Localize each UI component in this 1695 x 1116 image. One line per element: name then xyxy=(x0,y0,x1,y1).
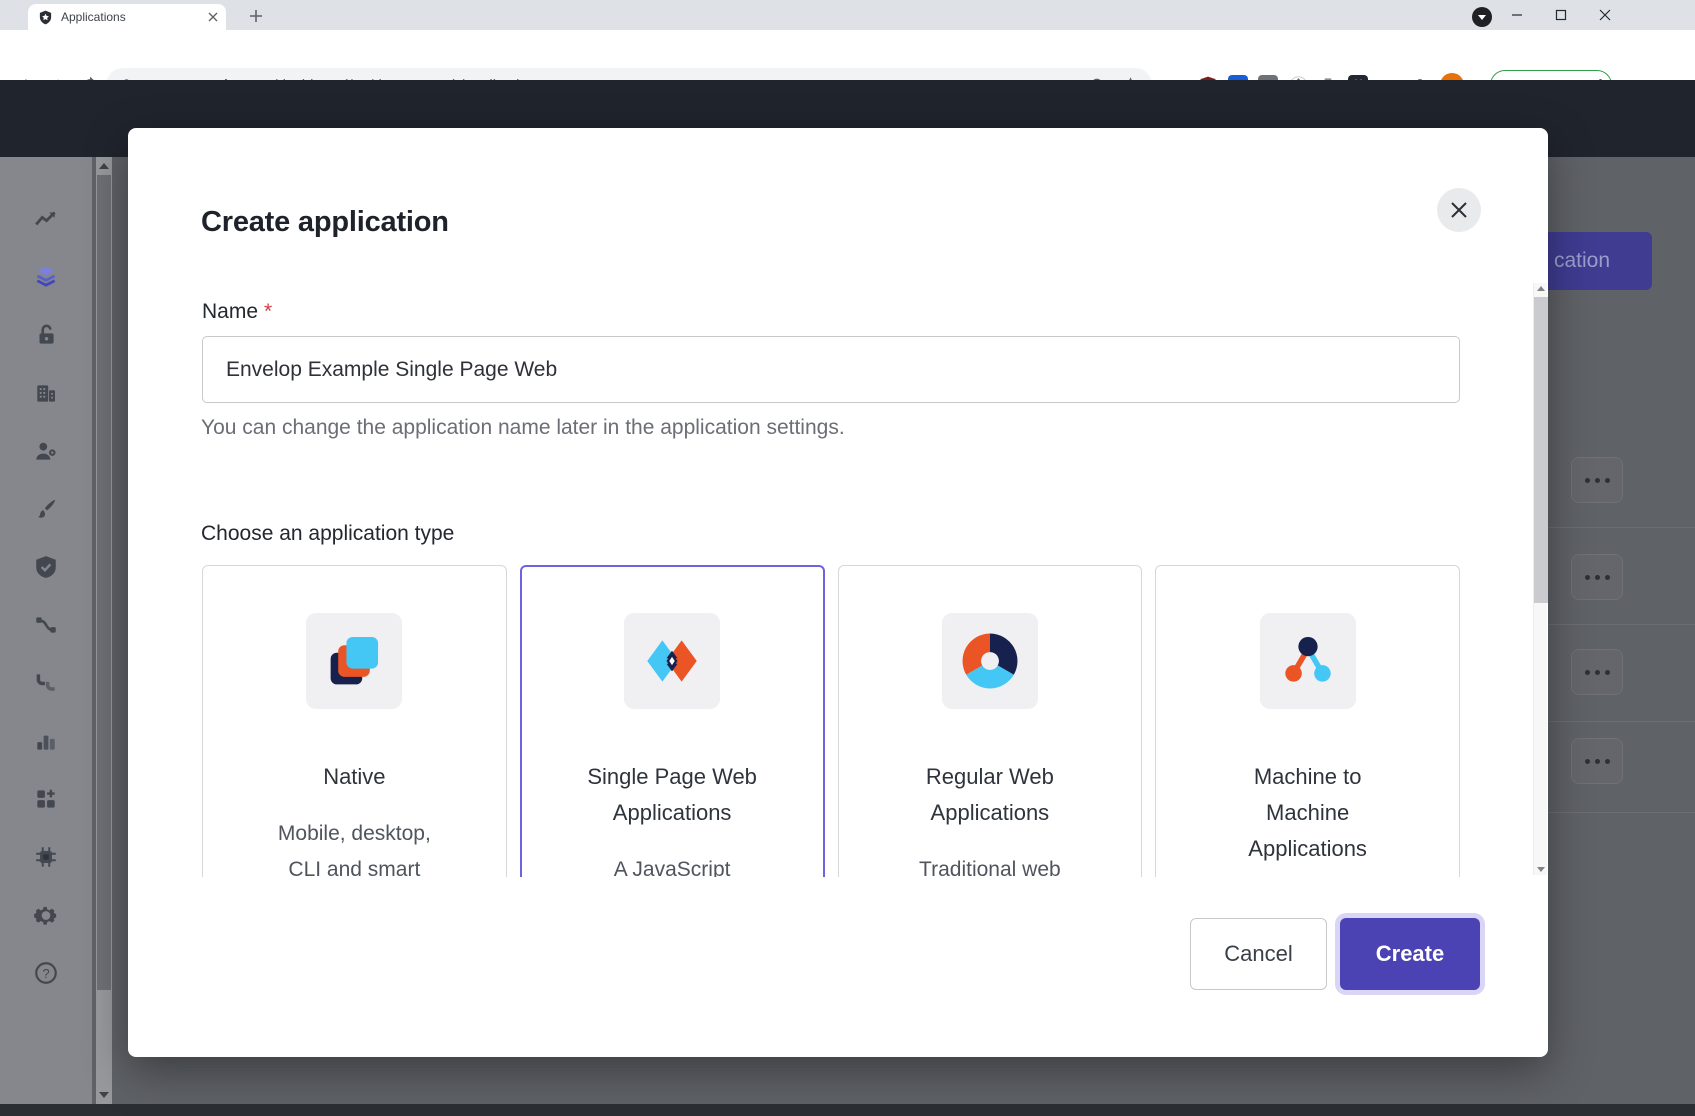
row-divider xyxy=(1548,527,1695,528)
create-button[interactable]: Create xyxy=(1340,918,1480,990)
machine-to-machine-icon xyxy=(1260,613,1356,709)
sidebar-item-actions[interactable] xyxy=(33,612,59,638)
browser-titlebar: Applications xyxy=(0,0,1695,30)
tab-title: Applications xyxy=(61,10,208,24)
window-maximize-button[interactable] xyxy=(1546,6,1576,24)
sidebar-scrollbar[interactable] xyxy=(96,157,112,1104)
spa-icon xyxy=(624,613,720,709)
sidebar-item-settings[interactable] xyxy=(33,902,59,928)
regular-web-icon xyxy=(942,613,1038,709)
card-title: Single Page Web Applications xyxy=(577,759,767,831)
card-title: Machine to Machine Applications xyxy=(1213,759,1403,867)
scroll-down-icon xyxy=(1537,867,1545,872)
sidebar-item-applications[interactable] xyxy=(33,264,59,290)
window-minimize-button[interactable] xyxy=(1502,6,1532,24)
card-description: Mobile, desktop, CLI and smart xyxy=(269,816,439,877)
sidebar-item-branding[interactable] xyxy=(33,496,59,522)
modal-scrollbar-thumb[interactable] xyxy=(1534,297,1548,603)
card-title: Native xyxy=(259,759,449,795)
modal-body: Name* You can change the application nam… xyxy=(128,278,1548,877)
tab-close-icon[interactable] xyxy=(208,12,218,22)
scroll-up-icon xyxy=(99,163,109,169)
sidebar-item-security[interactable] xyxy=(33,554,59,580)
new-tab-button[interactable] xyxy=(243,5,269,27)
scroll-down-icon xyxy=(99,1092,109,1098)
required-asterisk: * xyxy=(264,300,272,323)
card-single-page-web[interactable]: Single Page Web Applications A JavaScrip… xyxy=(520,565,825,877)
scroll-up-icon xyxy=(1537,286,1545,291)
native-icon xyxy=(306,613,402,709)
app-row-menu-button[interactable] xyxy=(1571,649,1623,695)
sidebar-item-user-management[interactable] xyxy=(33,438,59,464)
tab-search-icon[interactable] xyxy=(1472,7,1492,27)
card-machine-to-machine[interactable]: Machine to Machine Applications xyxy=(1155,565,1460,877)
modal-scrollbar[interactable] xyxy=(1533,283,1547,875)
cancel-button[interactable]: Cancel xyxy=(1190,918,1327,990)
sidebar-item-monitoring[interactable] xyxy=(33,728,59,754)
name-helper-text: You can change the application name late… xyxy=(201,416,845,440)
modal-title: Create application xyxy=(201,206,449,239)
app-row-menu-button[interactable] xyxy=(1571,738,1623,784)
sidebar-item-help[interactable]: ? xyxy=(33,960,59,986)
window-close-button[interactable] xyxy=(1590,6,1620,24)
modal-footer: Cancel Create xyxy=(1190,918,1480,990)
sidebar-item-authentication[interactable] xyxy=(33,322,59,348)
create-application-modal: Create application Name* You can change … xyxy=(128,128,1548,1057)
modal-close-button[interactable] xyxy=(1437,188,1481,232)
choose-type-label: Choose an application type xyxy=(201,522,454,546)
sidebar-scrollbar-thumb[interactable] xyxy=(97,175,111,990)
card-regular-web[interactable]: Regular Web Applications Traditional web xyxy=(838,565,1143,877)
close-icon xyxy=(1450,201,1468,219)
browser-toolbar: manage.auth0.com/dashboard/eu/dream-watc… xyxy=(0,30,1695,80)
sidebar-item-activity[interactable] xyxy=(33,206,59,232)
row-divider xyxy=(1548,812,1695,813)
card-title: Regular Web Applications xyxy=(895,759,1085,831)
sidebar-item-organizations[interactable] xyxy=(33,380,59,406)
svg-text:?: ? xyxy=(42,966,49,981)
application-name-input[interactable] xyxy=(202,336,1460,403)
card-native[interactable]: Native Mobile, desktop, CLI and smart xyxy=(202,565,507,877)
application-type-cards: Native Mobile, desktop, CLI and smart Si… xyxy=(202,565,1460,877)
app-row-menu-button[interactable] xyxy=(1571,457,1623,503)
sidebar-item-extensions[interactable] xyxy=(33,844,59,870)
auth0-favicon-icon xyxy=(38,10,53,25)
browser-tab[interactable]: Applications xyxy=(28,4,226,30)
row-divider xyxy=(1548,721,1695,722)
app-row-menu-button[interactable] xyxy=(1571,554,1623,600)
card-description: A JavaScript xyxy=(587,852,757,877)
app-sidebar: ? xyxy=(0,157,92,1104)
sidebar-item-auth-pipeline[interactable] xyxy=(33,670,59,696)
create-application-button-clipped[interactable]: cation xyxy=(1548,232,1652,290)
sidebar-item-marketplace[interactable] xyxy=(33,786,59,812)
page-bottom-strip xyxy=(0,1104,1695,1116)
row-divider xyxy=(1548,624,1695,625)
name-label: Name* xyxy=(202,300,272,324)
card-description: Traditional web xyxy=(905,852,1075,877)
